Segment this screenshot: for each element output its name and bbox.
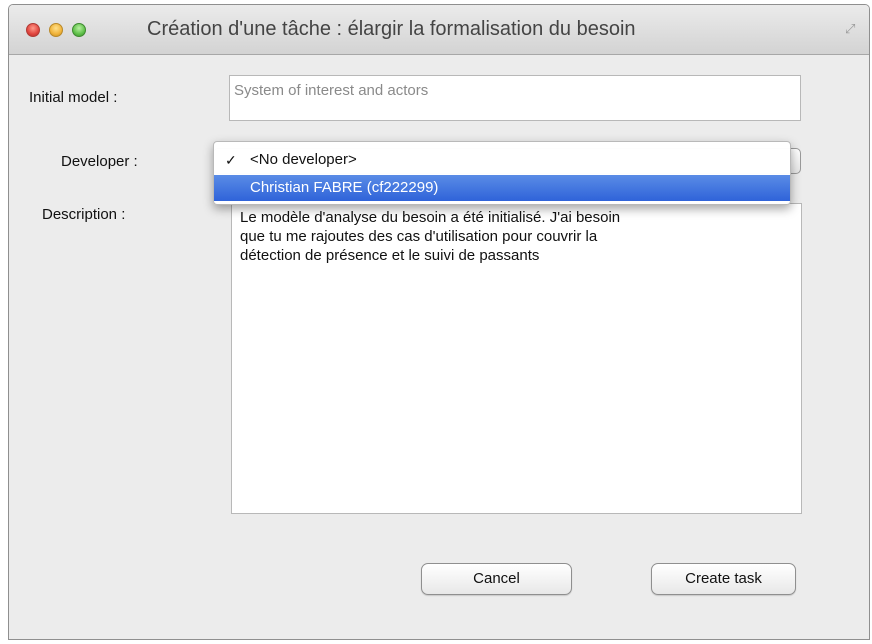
menu-item-label: Christian FABRE (cf222299) bbox=[250, 179, 439, 196]
checkmark-icon: ✓ bbox=[225, 152, 237, 168]
title-bar: Création d'une tâche : élargir la formal… bbox=[9, 5, 869, 55]
description-textarea[interactable]: Le modèle d'analyse du besoin a été init… bbox=[231, 203, 802, 514]
menu-item-no-developer[interactable]: ✓ <No developer> bbox=[214, 147, 790, 173]
description-text: Le modèle d'analyse du besoin a été init… bbox=[240, 209, 621, 264]
menu-item-label: <No developer> bbox=[250, 151, 357, 168]
window-title: Création d'une tâche : élargir la formal… bbox=[147, 18, 636, 40]
fullscreen-icon[interactable]: ⤢ bbox=[845, 21, 861, 37]
initial-model-label: Initial model : bbox=[29, 89, 118, 106]
developer-dropdown-menu: ✓ <No developer> Christian FABRE (cf2222… bbox=[213, 141, 791, 205]
close-window-button[interactable] bbox=[26, 23, 40, 37]
task-creation-window: Création d'une tâche : élargir la formal… bbox=[8, 4, 870, 640]
developer-label: Developer : bbox=[61, 153, 138, 170]
initial-model-field[interactable]: System of interest and actors bbox=[229, 75, 801, 121]
menu-item-christian-fabre[interactable]: Christian FABRE (cf222299) bbox=[214, 175, 790, 201]
minimize-window-button[interactable] bbox=[49, 23, 63, 37]
description-label: Description : bbox=[42, 206, 126, 223]
create-task-button[interactable]: Create task bbox=[651, 563, 796, 595]
cancel-button[interactable]: Cancel bbox=[421, 563, 572, 595]
zoom-window-button[interactable] bbox=[72, 23, 86, 37]
initial-model-placeholder: System of interest and actors bbox=[234, 82, 429, 99]
